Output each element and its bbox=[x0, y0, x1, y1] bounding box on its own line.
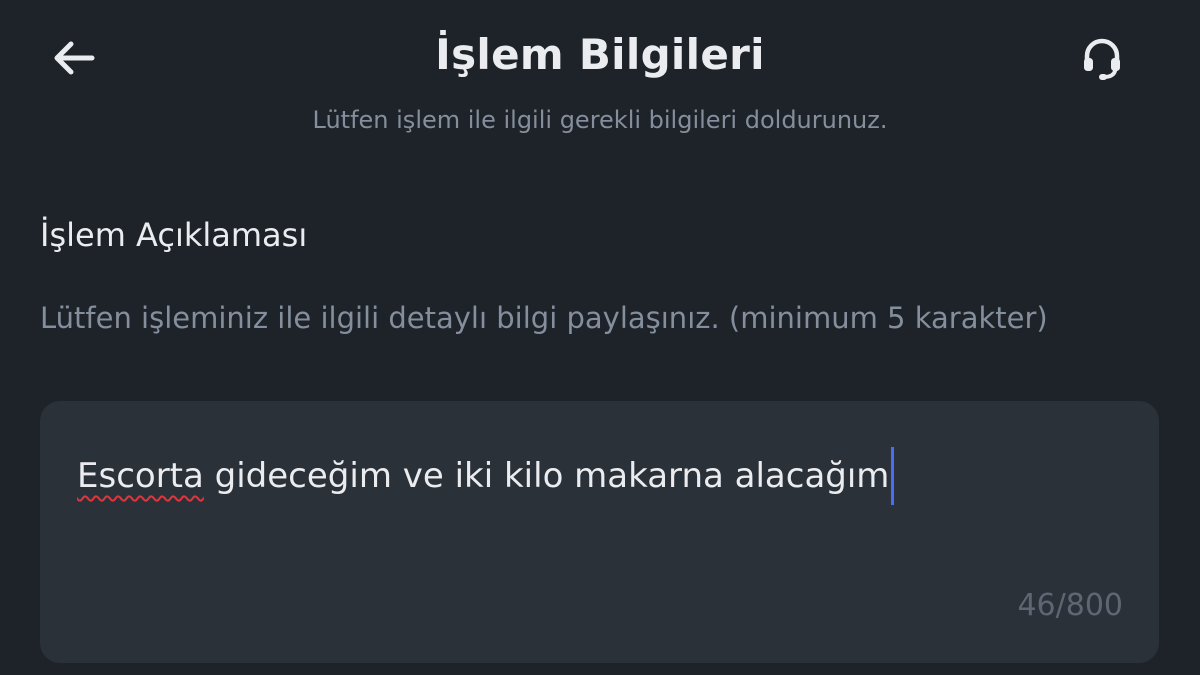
description-textarea[interactable]: Escorta gideceğim ve iki kilo makarna al… bbox=[40, 401, 1159, 663]
headset-icon bbox=[1080, 36, 1124, 84]
description-value: Escorta gideceğim ve iki kilo makarna al… bbox=[77, 447, 895, 505]
page-subtitle: Lütfen işlem ile ilgili gerekli bilgiler… bbox=[312, 106, 888, 134]
support-button[interactable] bbox=[1072, 32, 1132, 88]
description-value-rest: gideceğim ve iki kilo makarna alacağım bbox=[203, 456, 890, 496]
misspelled-word[interactable]: Escorta bbox=[77, 456, 204, 496]
character-counter: 46/800 bbox=[1017, 588, 1123, 623]
description-hint: Lütfen işleminiz ile ilgili detaylı bilg… bbox=[40, 301, 1048, 335]
page-title: İşlem Bilgileri bbox=[435, 30, 765, 79]
header: İşlem Bilgileri Lütfen işlem ile ilgili … bbox=[0, 0, 1200, 150]
text-caret bbox=[891, 447, 895, 505]
description-label: İşlem Açıklaması bbox=[40, 216, 308, 254]
